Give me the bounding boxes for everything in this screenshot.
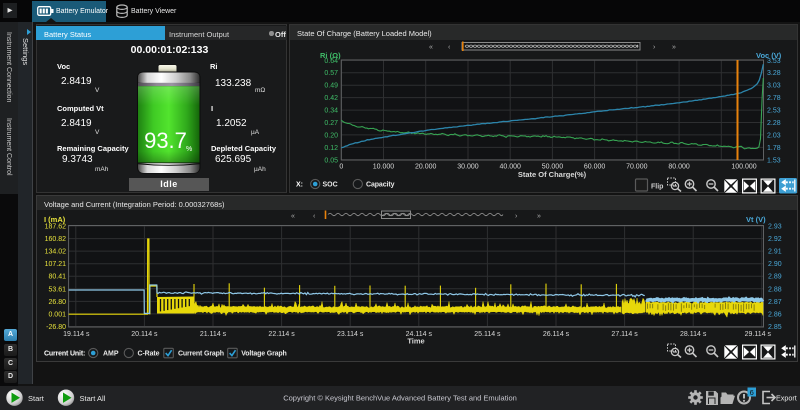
svg-text:Start All: Start All <box>80 394 106 403</box>
svg-text:6: 6 <box>750 388 754 397</box>
svg-text:Start: Start <box>28 394 45 403</box>
svg-text:Copyright © Keysight BenchVue: Copyright © Keysight BenchVue Advanced B… <box>283 394 517 403</box>
svg-text:Export: Export <box>776 394 797 403</box>
